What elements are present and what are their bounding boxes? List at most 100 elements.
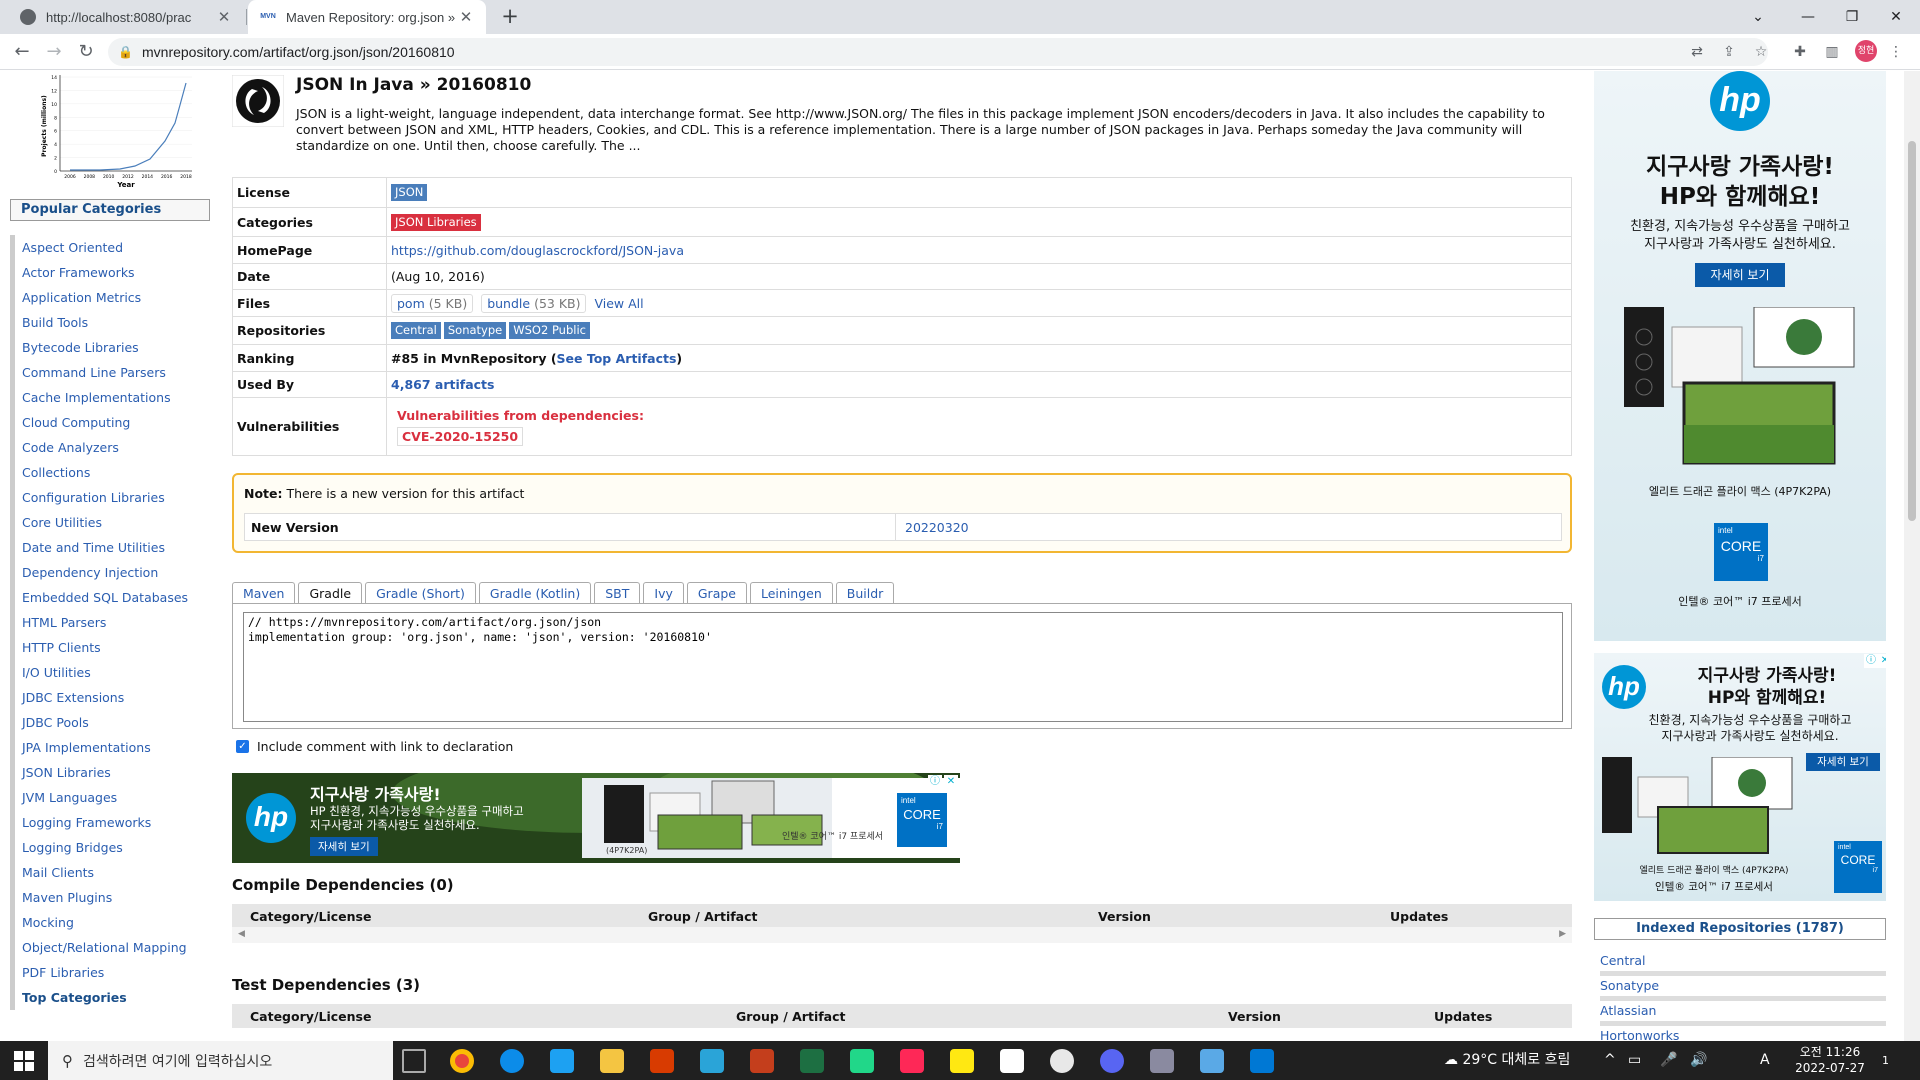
repository-badge[interactable]: Central bbox=[391, 322, 441, 339]
pycharm-taskbar-icon[interactable] bbox=[850, 1049, 874, 1073]
messenger-taskbar-icon[interactable] bbox=[550, 1049, 574, 1073]
category-link[interactable]: HTTP Clients bbox=[15, 635, 210, 660]
chrome-menu-icon[interactable]: ⋮ bbox=[1886, 42, 1906, 62]
include-comment-option[interactable]: ✓ Include comment with link to declarati… bbox=[236, 739, 513, 754]
category-link[interactable]: Logging Bridges bbox=[15, 835, 210, 860]
indexed-repository-link[interactable]: Central bbox=[1600, 951, 1886, 976]
build-tab-gradle-kotlin[interactable]: Gradle (Kotlin) bbox=[478, 582, 592, 604]
adchoices-icon[interactable]: ⓘ bbox=[1864, 654, 1878, 668]
category-link[interactable]: Mail Clients bbox=[15, 860, 210, 885]
indexed-repository-link[interactable]: Sonatype bbox=[1600, 976, 1886, 1001]
top-categories-link[interactable]: Top Categories bbox=[15, 985, 210, 1010]
microphone-icon[interactable]: 🎤 bbox=[1660, 1041, 1677, 1080]
taskbar-search-box[interactable]: ⚲ 검색하려면 여기에 입력하십시오 bbox=[48, 1041, 393, 1080]
build-tab-maven[interactable]: Maven bbox=[232, 582, 296, 604]
category-link[interactable]: Code Analyzers bbox=[15, 435, 210, 460]
ad-close-icon[interactable]: ✕ bbox=[944, 775, 958, 789]
taskbar-clock[interactable]: 오전 11:26 2022-07-27 bbox=[1792, 1044, 1868, 1076]
category-link[interactable]: Object/Relational Mapping bbox=[15, 935, 210, 960]
category-link[interactable]: JDBC Extensions bbox=[15, 685, 210, 710]
category-link[interactable]: JDBC Pools bbox=[15, 710, 210, 735]
ime-indicator[interactable]: A bbox=[1760, 1041, 1770, 1080]
hp-sidebar-ad-2[interactable]: hp 지구사랑 가족사랑! HP와 함께해요! 친환경, 지속가능성 우수상품을… bbox=[1594, 653, 1886, 901]
category-link[interactable]: Actor Frameworks bbox=[15, 260, 210, 285]
discord-taskbar-icon[interactable] bbox=[1100, 1049, 1124, 1073]
file-explorer-icon[interactable] bbox=[600, 1049, 624, 1073]
close-tab-icon[interactable]: ✕ bbox=[216, 8, 232, 26]
category-link[interactable]: JSON Libraries bbox=[15, 760, 210, 785]
category-link[interactable]: Embedded SQL Databases bbox=[15, 585, 210, 610]
window-close-button[interactable]: ✕ bbox=[1876, 4, 1916, 30]
scroll-left-icon[interactable]: ◀ bbox=[238, 929, 245, 939]
indexed-repository-link[interactable]: Hortonworks bbox=[1600, 1026, 1886, 1041]
profile-avatar[interactable]: 정현 bbox=[1855, 40, 1877, 62]
used-by-link[interactable]: 4,867 artifacts bbox=[391, 377, 494, 392]
intellij-taskbar-icon[interactable] bbox=[900, 1049, 924, 1073]
category-link[interactable]: JPA Implementations bbox=[15, 735, 210, 760]
forward-button[interactable]: → bbox=[42, 40, 66, 64]
build-tab-sbt[interactable]: SBT bbox=[594, 582, 641, 604]
edge-taskbar-icon[interactable] bbox=[500, 1049, 524, 1073]
category-link[interactable]: Maven Plugins bbox=[15, 885, 210, 910]
category-link[interactable]: I/O Utilities bbox=[15, 660, 210, 685]
chrome-taskbar-icon[interactable] bbox=[450, 1049, 474, 1073]
build-tab-grape[interactable]: Grape bbox=[686, 582, 747, 604]
category-link[interactable]: Date and Time Utilities bbox=[15, 535, 210, 560]
category-link[interactable]: Command Line Parsers bbox=[15, 360, 210, 385]
browser-tab-mvnrepository[interactable]: MVN Maven Repository: org.json » js ✕ bbox=[248, 0, 486, 34]
new-tab-button[interactable]: + bbox=[498, 5, 522, 29]
volume-icon[interactable]: 🔊 bbox=[1690, 1041, 1707, 1080]
category-link[interactable]: Bytecode Libraries bbox=[15, 335, 210, 360]
mail-taskbar-icon[interactable] bbox=[1250, 1049, 1274, 1073]
scrollbar-thumb[interactable] bbox=[1908, 141, 1916, 521]
weather-widget[interactable]: ☁ 29°C 대체로 흐림 bbox=[1444, 1041, 1570, 1080]
adchoices-icon[interactable]: ⓘ bbox=[928, 775, 942, 789]
network-icon[interactable]: ▭ bbox=[1628, 1041, 1641, 1080]
share-icon[interactable]: ⇪ bbox=[1719, 42, 1739, 62]
restore-button[interactable]: ❐ bbox=[1832, 4, 1872, 30]
category-badge[interactable]: JSON Libraries bbox=[391, 213, 481, 231]
bookmark-star-icon[interactable]: ☆ bbox=[1751, 42, 1771, 62]
tray-overflow-icon[interactable]: ^ bbox=[1604, 1041, 1616, 1080]
page-scrollbar[interactable] bbox=[1904, 71, 1920, 1041]
office-taskbar-icon[interactable] bbox=[650, 1049, 674, 1073]
dependency-snippet-textarea[interactable] bbox=[243, 612, 1563, 722]
build-tab-gradle-short[interactable]: Gradle (Short) bbox=[365, 582, 476, 604]
category-link[interactable]: JVM Languages bbox=[15, 785, 210, 810]
address-bar[interactable]: 🔒 mvnrepository.com/artifact/org.json/js… bbox=[108, 38, 1768, 66]
pom-file-link[interactable]: pom (5 KB) bbox=[391, 293, 474, 313]
category-link[interactable]: Configuration Libraries bbox=[15, 485, 210, 510]
notepad-taskbar-icon[interactable] bbox=[1200, 1049, 1224, 1073]
notion-taskbar-icon[interactable] bbox=[1000, 1049, 1024, 1073]
tab-search-icon[interactable]: ⌄ bbox=[1738, 4, 1778, 30]
dependencies-scrollbar[interactable]: ◀ ▶ bbox=[232, 927, 1572, 943]
license-badge[interactable]: JSON bbox=[391, 184, 428, 201]
include-comment-checkbox[interactable]: ✓ bbox=[236, 740, 249, 753]
ad2-details-button[interactable]: 자세히 보기 bbox=[1806, 753, 1880, 771]
category-link[interactable]: Cloud Computing bbox=[15, 410, 210, 435]
build-tab-gradle[interactable]: Gradle bbox=[298, 582, 363, 604]
repository-badge[interactable]: WSO2 Public bbox=[509, 322, 590, 339]
task-view-icon[interactable] bbox=[402, 1049, 426, 1073]
extensions-icon[interactable]: ✚ bbox=[1790, 42, 1810, 62]
category-link[interactable]: Logging Frameworks bbox=[15, 810, 210, 835]
view-all-files-link[interactable]: View All bbox=[594, 296, 643, 311]
hp-banner-ad[interactable]: hp 지구사랑 가족사랑! HP 친환경, 지속가능성 우수상품을 구매하고 지… bbox=[232, 773, 960, 863]
see-top-artifacts-link[interactable]: See Top Artifacts bbox=[557, 351, 677, 366]
repository-badge[interactable]: Sonatype bbox=[443, 322, 507, 339]
bundle-file-link[interactable]: bundle (53 KB) bbox=[481, 293, 587, 313]
back-button[interactable]: ← bbox=[10, 40, 34, 64]
category-link[interactable]: HTML Parsers bbox=[15, 610, 210, 635]
category-link[interactable]: Build Tools bbox=[15, 310, 210, 335]
notification-badge[interactable]: 1 bbox=[1882, 1041, 1889, 1080]
new-version-link[interactable]: 20220320 bbox=[905, 520, 969, 535]
excel-taskbar-icon[interactable] bbox=[800, 1049, 824, 1073]
category-link[interactable]: Mocking bbox=[15, 910, 210, 935]
build-tab-leiningen[interactable]: Leiningen bbox=[750, 582, 833, 604]
app-taskbar-icon[interactable] bbox=[700, 1049, 724, 1073]
slack-taskbar-icon[interactable] bbox=[1050, 1049, 1074, 1073]
ad-details-button[interactable]: 자세히 보기 bbox=[310, 837, 378, 856]
cve-link[interactable]: CVE-2020-15250 bbox=[397, 426, 524, 446]
powerpoint-taskbar-icon[interactable] bbox=[750, 1049, 774, 1073]
ad1-details-button[interactable]: 자세히 보기 bbox=[1695, 263, 1785, 287]
